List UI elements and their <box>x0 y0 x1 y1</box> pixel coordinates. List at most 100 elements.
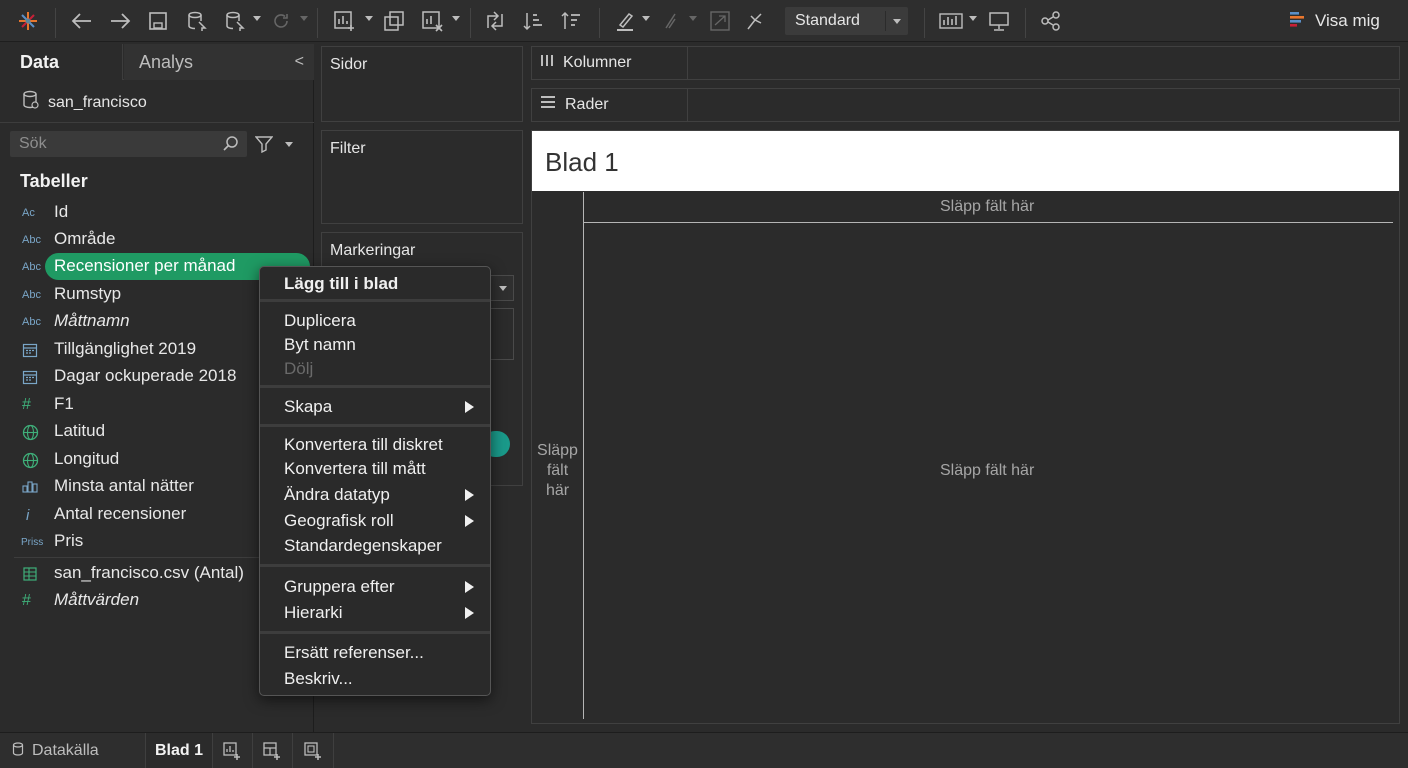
drop-zone-rows[interactable]: Släpp fält här <box>532 441 583 501</box>
datasource-icon <box>22 90 40 115</box>
drop-zone-columns[interactable]: Släpp fält här <box>532 191 1399 223</box>
fix-axes-icon[interactable] <box>742 9 768 33</box>
presentation-mode-icon[interactable] <box>986 9 1012 33</box>
string-type-icon: Ac <box>22 207 35 219</box>
show-me-button[interactable]: Visa mig <box>1289 9 1380 33</box>
string-type-icon: Abc <box>22 289 41 301</box>
chevron-down-icon <box>499 286 507 291</box>
field-label: Måttnamn <box>54 311 130 330</box>
menu-group-by[interactable]: Gruppera efter <box>284 577 395 597</box>
field-label: Recensioner per månad <box>54 256 236 275</box>
new-worksheet-icon[interactable] <box>331 9 359 33</box>
redo-icon[interactable] <box>107 9 133 33</box>
new-datasource-icon[interactable] <box>184 9 210 33</box>
pages-shelf[interactable]: Sidor <box>321 46 523 122</box>
filter-dropdown-icon[interactable] <box>285 142 293 147</box>
fit-select[interactable]: Standard <box>785 7 908 35</box>
toolbar: Standard Visa mig <box>0 0 1408 42</box>
new-dashboard-tab-icon[interactable] <box>262 733 282 768</box>
rows-shelf[interactable]: Rader <box>531 88 1400 122</box>
menu-add-to-sheet[interactable]: Lägg till i blad <box>284 274 398 294</box>
drop-hint-left-line: fält <box>546 462 569 479</box>
show-me-icon <box>1289 10 1307 33</box>
table-icon <box>22 564 46 584</box>
collapse-pane-icon[interactable]: < <box>295 53 304 71</box>
field-label: Id <box>54 202 69 221</box>
duplicate-sheet-icon[interactable] <box>381 9 407 33</box>
menu-hide: Dölj <box>284 359 314 378</box>
search-placeholder: Sök <box>19 135 47 152</box>
clear-sheet-dropdown[interactable] <box>452 16 460 21</box>
tables-heading: Tabeller <box>20 171 88 191</box>
sort-descending-icon[interactable] <box>558 9 584 33</box>
field-label: Minsta antal nätter <box>54 476 194 495</box>
new-worksheet-dropdown[interactable] <box>365 16 373 21</box>
submenu-arrow-icon <box>465 515 474 527</box>
tableau-logo-icon[interactable] <box>14 9 42 33</box>
submenu-arrow-icon <box>465 401 474 413</box>
calendar-icon <box>22 367 46 387</box>
tab-blad-1-label: Blad 1 <box>154 742 203 759</box>
columns-label: Kolumner <box>563 53 632 71</box>
worksheet-canvas[interactable]: Blad 1 Släpp fält här Släpp fält här Slä… <box>531 130 1400 724</box>
rows-icon <box>540 95 556 114</box>
tab-blad-1[interactable]: Blad 1 <box>146 733 212 768</box>
group-members-dropdown[interactable] <box>689 16 697 21</box>
menu-change-datatype[interactable]: Ändra datatyp <box>284 485 390 505</box>
tab-analys[interactable]: Analys < <box>124 44 314 80</box>
chevron-down-icon <box>893 19 901 24</box>
menu-default-properties[interactable]: Standardegenskaper <box>284 536 442 556</box>
save-icon[interactable] <box>146 9 170 33</box>
data-pane-tabs: Data Analys < <box>0 44 314 80</box>
sort-ascending-icon[interactable] <box>520 9 546 33</box>
clear-sheet-icon[interactable] <box>419 9 447 33</box>
number-type-icon: # <box>22 396 31 413</box>
menu-geo-role[interactable]: Geografisk roll <box>284 511 394 531</box>
menu-duplicate[interactable]: Duplicera <box>284 311 356 331</box>
menu-replace-references[interactable]: Ersätt referenser... <box>284 643 424 663</box>
menu-convert-discrete[interactable]: Konvertera till diskret <box>284 435 443 455</box>
field-label: Måttvärden <box>54 590 140 609</box>
show-labels-dropdown[interactable] <box>969 16 977 21</box>
menu-create[interactable]: Skapa <box>284 397 332 417</box>
datasource-label: san_francisco <box>48 93 147 111</box>
field-id[interactable]: Ac Id <box>0 199 314 226</box>
share-icon[interactable] <box>1038 9 1064 33</box>
datasource-item[interactable]: san_francisco <box>22 90 147 115</box>
refresh-dropdown[interactable] <box>300 16 308 21</box>
field-label: F1 <box>54 394 74 413</box>
undo-icon[interactable] <box>69 9 95 33</box>
sheet-title[interactable]: Blad 1 <box>532 131 1399 191</box>
show-me-label: Visa mig <box>1315 11 1380 30</box>
menu-convert-measure[interactable]: Konvertera till mått <box>284 459 426 479</box>
refresh-icon[interactable] <box>268 9 294 33</box>
drop-hint-center[interactable]: Släpp fält här <box>940 462 1034 480</box>
pause-updates-dropdown[interactable] <box>253 16 261 21</box>
submenu-arrow-icon <box>465 607 474 619</box>
tab-datasource[interactable]: Datakälla <box>12 733 99 768</box>
menu-hierarchy[interactable]: Hierarki <box>284 603 343 623</box>
filter-icon[interactable] <box>254 135 274 158</box>
columns-shelf[interactable]: Kolumner <box>531 46 1400 80</box>
highlight-dropdown[interactable] <box>642 16 650 21</box>
search-input[interactable]: Sök <box>10 131 247 157</box>
menu-describe[interactable]: Beskriv... <box>284 669 353 689</box>
highlight-icon[interactable] <box>612 9 638 33</box>
tab-data[interactable]: Data <box>0 44 123 80</box>
field-label: Antal recensioner <box>54 504 187 523</box>
show-mark-labels-icon[interactable] <box>707 9 733 33</box>
field-omrade[interactable]: Abc Område <box>0 226 314 253</box>
filters-shelf[interactable]: Filter <box>321 130 523 224</box>
menu-rename[interactable]: Byt namn <box>284 335 356 355</box>
group-members-icon[interactable] <box>657 9 683 33</box>
swap-rows-columns-icon[interactable] <box>482 9 508 33</box>
string-type-icon: Priss <box>21 536 44 548</box>
field-context-menu: Lägg till i blad Duplicera Byt namn Dölj… <box>259 266 491 696</box>
new-story-tab-icon[interactable] <box>303 733 323 768</box>
new-worksheet-tab-icon[interactable] <box>222 733 242 768</box>
submenu-arrow-icon <box>465 489 474 501</box>
show-labels-icon[interactable] <box>937 9 965 33</box>
field-label: Rumstyp <box>54 284 122 303</box>
pause-updates-icon[interactable] <box>222 9 248 33</box>
field-label: Latitud <box>54 421 106 440</box>
